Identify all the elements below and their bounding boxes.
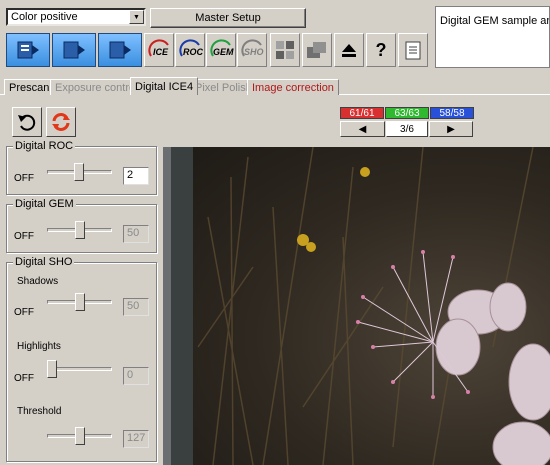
svg-text:ROC: ROC <box>183 47 203 57</box>
ice-button[interactable]: ICE <box>144 33 174 67</box>
gem-off-label: OFF <box>14 231 34 242</box>
frame-counter: 3/6 <box>386 121 428 137</box>
threshold-slider-thumb[interactable] <box>75 427 85 445</box>
threshold-label: Threshold <box>17 406 62 417</box>
master-setup-button[interactable]: Master Setup <box>150 8 306 28</box>
tab-digital-ice4[interactable]: Digital ICE4 <box>130 77 199 95</box>
tab-image-correction[interactable]: Image correction <box>247 79 339 95</box>
undo-button[interactable] <box>12 107 42 137</box>
svg-text:ICE: ICE <box>153 47 169 57</box>
layers-icon <box>307 42 326 58</box>
arrow-right-icon: ▶ <box>447 123 455 135</box>
eject-button[interactable] <box>334 33 364 67</box>
tab-prescan[interactable]: Prescan <box>4 79 55 95</box>
preview-icon <box>63 41 85 59</box>
roc-value-input[interactable]: 2 <box>123 167 149 185</box>
sho-icon: SHO <box>241 39 264 57</box>
preview-button[interactable] <box>52 33 96 67</box>
threshold-value-input[interactable]: 127 <box>123 430 149 448</box>
highlights-value-input[interactable]: 0 <box>123 367 149 385</box>
scan-button[interactable] <box>98 33 142 67</box>
sho-button[interactable]: SHO <box>237 33 267 67</box>
undo-icon <box>18 114 36 131</box>
overlay-button[interactable] <box>302 33 332 67</box>
shadows-slider-thumb[interactable] <box>75 293 85 311</box>
scan-icon <box>109 41 131 59</box>
gem-button[interactable]: GEM <box>206 33 236 67</box>
shadows-value-input[interactable]: 50 <box>123 298 149 316</box>
highlights-slider-thumb[interactable] <box>47 360 57 378</box>
help-icon: ? <box>375 39 387 60</box>
roc-slider-thumb[interactable] <box>74 163 84 181</box>
thumbnail-grid-button[interactable] <box>270 33 300 67</box>
next-frame-button[interactable]: ▶ <box>429 121 473 137</box>
gem-group: Digital GEM OFF 50 <box>6 198 157 253</box>
roc-group: Digital ROC OFF 2 <box>6 140 157 195</box>
blue-channel-counter: 58/58 <box>430 107 474 119</box>
shadows-off-label: OFF <box>14 307 34 318</box>
mode-select[interactable]: Color positive ▼ <box>6 8 146 26</box>
batch-scan-icon <box>17 41 39 59</box>
help-button[interactable]: ? <box>366 33 396 67</box>
highlights-label: Highlights <box>17 341 61 352</box>
roc-button[interactable]: ROC <box>175 33 205 67</box>
notes-button[interactable] <box>398 33 428 67</box>
gem-icon: GEM <box>210 39 234 57</box>
info-panel: Digital GEM sample area. <box>435 6 550 68</box>
reset-button[interactable] <box>46 107 76 137</box>
sho-group-title: Digital SHO <box>13 256 75 268</box>
sho-group: Digital SHO Shadows OFF 50 Highlights OF… <box>6 256 157 462</box>
tab-exposure-control[interactable]: Exposure control <box>50 79 143 95</box>
refresh-icon <box>52 113 70 131</box>
prev-frame-button[interactable]: ◀ <box>340 121 385 137</box>
grid-icon <box>276 41 294 59</box>
svg-text:GEM: GEM <box>213 47 234 57</box>
eject-icon <box>342 44 356 57</box>
mode-select-value: Color positive <box>11 11 78 23</box>
gem-group-title: Digital GEM <box>13 198 76 210</box>
notepad-icon <box>405 41 421 60</box>
flower-photo <box>197 147 550 465</box>
green-channel-counter: 63/63 <box>385 107 429 119</box>
chevron-down-icon[interactable]: ▼ <box>129 10 144 24</box>
preview-area[interactable] <box>163 147 550 465</box>
gem-value-input[interactable]: 50 <box>123 225 149 243</box>
arrow-left-icon: ◀ <box>358 123 367 135</box>
shadows-label: Shadows <box>17 276 59 287</box>
roc-icon: ROC <box>179 39 203 57</box>
gem-slider-thumb[interactable] <box>75 221 85 239</box>
roc-off-label: OFF <box>14 173 34 184</box>
svg-text:SHO: SHO <box>244 47 264 57</box>
preview-image <box>193 147 550 465</box>
red-channel-counter: 61/61 <box>340 107 384 119</box>
roc-group-title: Digital ROC <box>13 140 76 152</box>
highlights-off-label: OFF <box>14 373 34 384</box>
ice-icon: ICE <box>148 39 169 57</box>
scan-batch-button[interactable] <box>6 33 50 67</box>
